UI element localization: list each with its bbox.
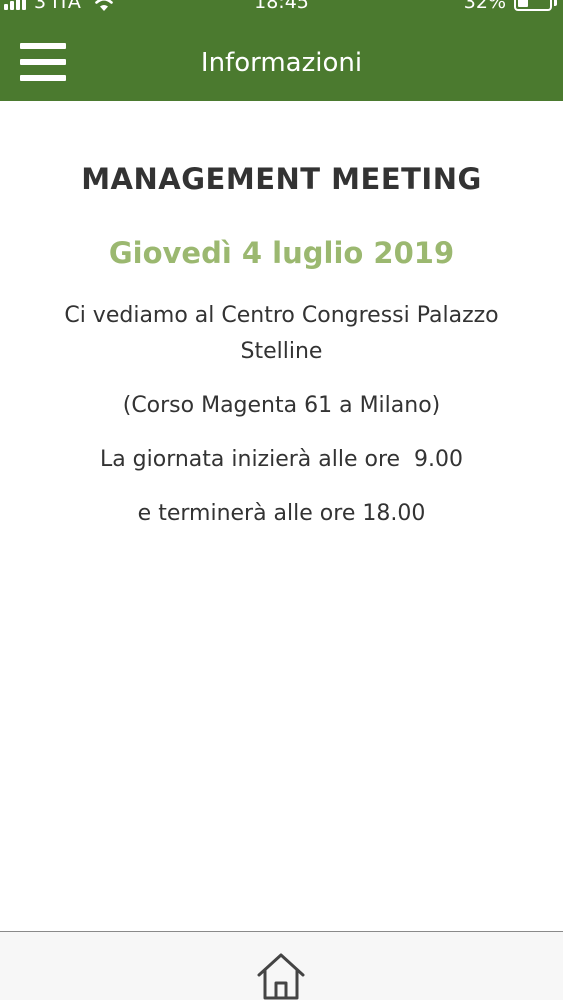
- status-bar: 3 ITA 18:45 32%: [0, 0, 563, 16]
- event-address: (Corso Magenta 61 a Milano): [122, 393, 441, 418]
- battery-cap: [554, 0, 557, 6]
- event-info: MANAGEMENT MEETING Giovedì 4 luglio 2019…: [20, 158, 543, 532]
- battery-level-fill: [518, 0, 528, 7]
- event-start-time: La giornata inizierà alle ore 9.00: [99, 447, 464, 472]
- battery-percent: 32%: [463, 0, 506, 13]
- home-icon[interactable]: [255, 950, 307, 1000]
- event-venue: Ci vediamo al Centro Congressi Palazzo S…: [64, 303, 499, 364]
- app-screen: 3 ITA 18:45 32% Informazioni MANAGEMENT …: [0, 0, 563, 1000]
- bottom-nav-bar: [0, 931, 563, 1000]
- event-date: Giovedì 4 luglio 2019: [108, 236, 455, 270]
- event-end-time: e terminerà alle ore 18.00: [137, 501, 426, 526]
- status-right: 32%: [464, 0, 557, 16]
- app-header: 3 ITA 18:45 32% Informazioni: [0, 0, 563, 101]
- event-title: MANAGEMENT MEETING: [81, 162, 482, 196]
- battery-icon: [514, 0, 552, 11]
- page-title: Informazioni: [200, 48, 363, 78]
